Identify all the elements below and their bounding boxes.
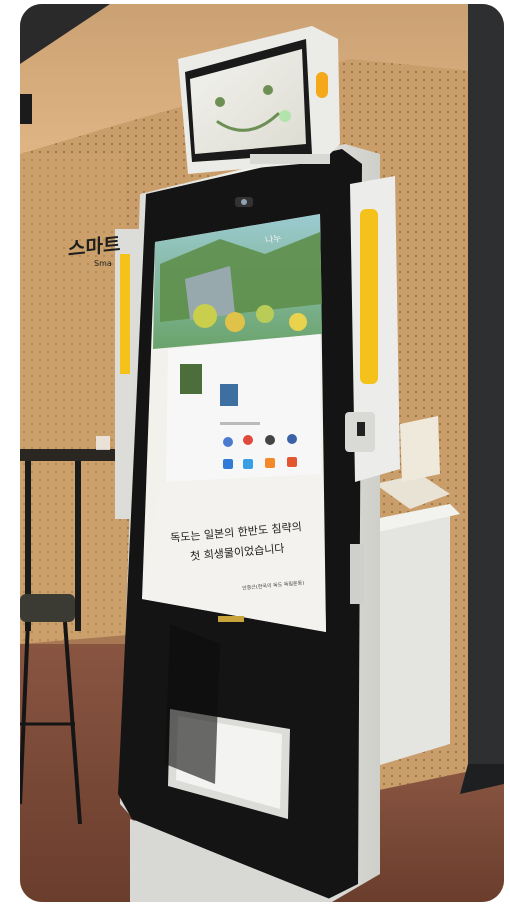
receipt-slot bbox=[350, 544, 364, 604]
wall-sign-sub: Sma bbox=[94, 259, 112, 268]
brand-plate bbox=[218, 616, 244, 622]
top-screen-button bbox=[316, 72, 328, 98]
wooden-table bbox=[20, 449, 120, 461]
yellow-light-strip bbox=[360, 209, 378, 384]
stool-seat bbox=[20, 594, 75, 622]
dark-pillar bbox=[468, 4, 504, 764]
photo-frame: 스마트 Sma 나누 독도는 일본의 한반도 침략의 첫 희생물이었습니다 안중… bbox=[20, 4, 504, 902]
screen-header-text: 나누 bbox=[264, 233, 283, 247]
kiosk-scene bbox=[20, 4, 504, 902]
ceiling-light bbox=[20, 94, 32, 124]
wall-sign: 스마트 bbox=[68, 233, 121, 261]
thumbnail bbox=[180, 364, 202, 394]
